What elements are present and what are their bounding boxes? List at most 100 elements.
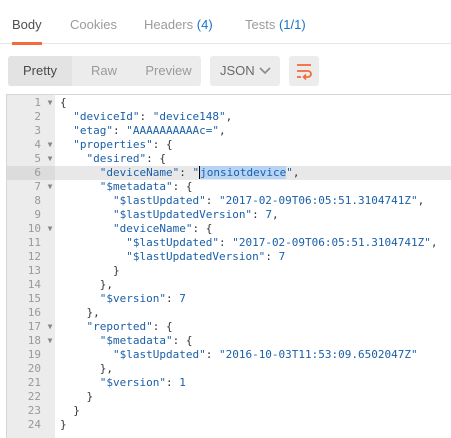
- line-number: 2: [34, 110, 41, 123]
- tab-body[interactable]: Body: [12, 0, 42, 45]
- tab-cookies-label: Cookies: [70, 17, 117, 32]
- code-line[interactable]: 22 }: [7, 390, 451, 404]
- gutter-cell: 13: [7, 264, 55, 278]
- tests-count: (1/1): [278, 17, 306, 32]
- fold-toggle-icon[interactable]: ▼: [45, 152, 55, 166]
- gutter-cell: 6: [7, 166, 55, 180]
- code-line[interactable]: 19 "$lastUpdated": "2016-10-03T11:53:09.…: [7, 348, 451, 362]
- format-value: JSON: [220, 63, 255, 78]
- gutter-cell: 23: [7, 404, 55, 418]
- gutter-cell: 9: [7, 208, 55, 222]
- gutter-cell: 1 ▼: [7, 96, 55, 110]
- code-line[interactable]: 15 "$version": 7: [7, 292, 451, 306]
- code-line[interactable]: 7 ▼ "$metadata": {: [7, 180, 451, 194]
- line-number: 15: [27, 292, 41, 305]
- gutter-cell: 15: [7, 292, 55, 306]
- gutter-cell: 16: [7, 306, 55, 320]
- headers-count: (4): [196, 17, 213, 32]
- code-line[interactable]: 23 }: [7, 404, 451, 418]
- line-number: 8: [34, 194, 41, 207]
- code-text: "deviceName": {: [112, 222, 213, 235]
- code-line[interactable]: 10 ▼ "deviceName": {: [7, 222, 451, 236]
- chevron-down-icon: [258, 56, 272, 86]
- gutter-cell: 10 ▼: [7, 222, 55, 236]
- code-text: }: [60, 418, 67, 431]
- code-text: "$version": 7: [99, 292, 186, 305]
- code-line[interactable]: 16 },: [7, 306, 451, 320]
- code-line[interactable]: 3 "etag": "AAAAAAAAAAc=",: [7, 124, 451, 138]
- gutter-cell: 17 ▼: [7, 320, 55, 334]
- code-line[interactable]: 4 ▼ "properties": {: [7, 138, 451, 152]
- line-number: 1: [34, 96, 41, 109]
- gutter-cell: 3: [7, 124, 55, 138]
- line-number: 20: [27, 362, 41, 375]
- code-line[interactable]: 8 "$lastUpdated": "2017-02-09T06:05:51.3…: [7, 194, 451, 208]
- gutter-cell: 21: [7, 376, 55, 390]
- gutter-cell: 14: [7, 278, 55, 292]
- gutter-cell: 4 ▼: [7, 138, 55, 152]
- line-number: 19: [27, 348, 41, 361]
- preview-button[interactable]: Preview: [136, 56, 201, 86]
- tab-headers-label: Headers: [144, 17, 194, 32]
- code-text: }: [112, 264, 120, 277]
- code-text: "deviceName": "jonsiotdevice",: [99, 166, 300, 179]
- code-text: "reported": {: [86, 320, 173, 333]
- fold-toggle-icon[interactable]: ▼: [45, 180, 55, 194]
- code-text: },: [86, 306, 100, 319]
- gutter-cell: 12: [7, 250, 55, 264]
- raw-button[interactable]: Raw: [72, 56, 136, 86]
- tab-cookies[interactable]: Cookies: [70, 0, 117, 44]
- line-number: 12: [27, 250, 41, 263]
- code-text: "$lastUpdated": "2017-02-09T06:05:51.310…: [126, 236, 438, 249]
- code-line[interactable]: 5 ▼ "desired": {: [7, 152, 451, 166]
- code-line[interactable]: 11 "$lastUpdated": "2017-02-09T06:05:51.…: [7, 236, 451, 250]
- gutter-cell: 19: [7, 348, 55, 362]
- response-tabs: Body Cookies Headers (4) Tests (1/1): [0, 0, 451, 45]
- tab-tests[interactable]: Tests (1/1): [245, 0, 306, 44]
- code-line[interactable]: 24}: [7, 418, 451, 432]
- gutter-cell: 8: [7, 194, 55, 208]
- code-line[interactable]: 17 ▼ "reported": {: [7, 320, 451, 334]
- code-text: "$version": 1: [99, 376, 186, 389]
- code-text: "properties": {: [73, 138, 173, 151]
- code-text: "$metadata": {: [99, 334, 193, 347]
- code-line[interactable]: 2 "deviceId": "device148",: [7, 110, 451, 124]
- line-number: 5: [34, 152, 41, 165]
- fold-toggle-icon[interactable]: ▼: [45, 222, 55, 236]
- code-line[interactable]: 14 },: [7, 278, 451, 292]
- response-body-editor[interactable]: 1 ▼{2 "deviceId": "device148", 3 "etag": "…: [6, 94, 451, 438]
- line-number: 10: [27, 222, 41, 235]
- code-text: "desired": {: [86, 152, 166, 165]
- code-line[interactable]: 12 "$lastUpdatedVersion": 7: [7, 250, 451, 264]
- fold-toggle-icon[interactable]: ▼: [45, 96, 55, 110]
- code-text: }: [73, 404, 80, 417]
- code-text: {: [60, 96, 67, 109]
- code-text: "$lastUpdated": "2016-10-03T11:53:09.650…: [112, 348, 418, 361]
- gutter-cell: 18 ▼: [7, 334, 55, 348]
- format-dropdown[interactable]: JSON: [210, 56, 280, 86]
- tab-headers[interactable]: Headers (4): [144, 0, 213, 44]
- wrap-lines-button[interactable]: [289, 56, 319, 86]
- gutter-cell: 2: [7, 110, 55, 124]
- gutter-cell: 11: [7, 236, 55, 250]
- pretty-button[interactable]: Pretty: [8, 56, 72, 86]
- code-line[interactable]: 20 },: [7, 362, 451, 376]
- gutter-cell: 22: [7, 390, 55, 404]
- line-number: 11: [27, 236, 41, 249]
- line-number: 21: [27, 376, 41, 389]
- code-line[interactable]: 18 ▼ "$metadata": {: [7, 334, 451, 348]
- line-number: 3: [34, 124, 41, 137]
- code-line[interactable]: 13 }: [7, 264, 451, 278]
- view-mode-selector: Pretty Raw Preview: [8, 56, 201, 86]
- fold-toggle-icon[interactable]: ▼: [45, 320, 55, 334]
- gutter-cell: 24: [7, 418, 55, 432]
- fold-toggle-icon[interactable]: ▼: [45, 138, 55, 152]
- code-line[interactable]: 1 ▼{: [7, 96, 451, 110]
- code-line[interactable]: 6 "deviceName": "jonsiotdevice",: [7, 166, 451, 180]
- line-number: 17: [27, 320, 41, 333]
- line-number: 18: [27, 334, 41, 347]
- code-line[interactable]: 9 "$lastUpdatedVersion": 7,: [7, 208, 451, 222]
- line-number: 22: [27, 390, 41, 403]
- fold-toggle-icon[interactable]: ▼: [45, 334, 55, 348]
- code-line[interactable]: 21 "$version": 1: [7, 376, 451, 390]
